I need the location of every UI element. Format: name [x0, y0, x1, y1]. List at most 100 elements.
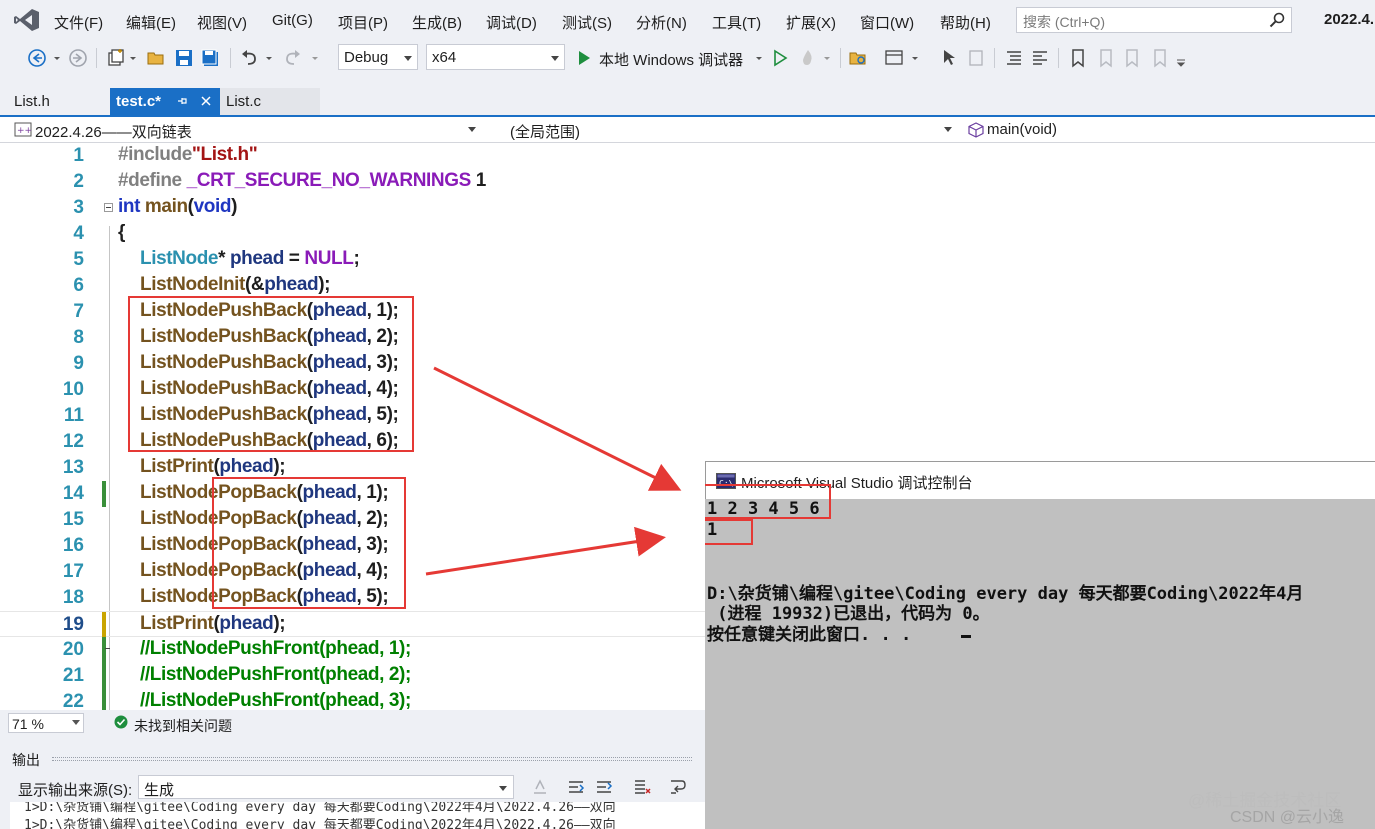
code-text: ListPrint(phead); [140, 613, 286, 634]
start-without-debugging-icon[interactable] [770, 48, 790, 68]
line-number: 4 [73, 223, 84, 244]
output-panel-title: 输出 [12, 752, 40, 768]
new-project-icon[interactable] [106, 48, 126, 68]
open-folder-icon[interactable] [146, 48, 166, 68]
code-line[interactable]: 5 ListNode* phead = NULL; [0, 247, 1375, 273]
menu-file[interactable]: 文件(F) [54, 12, 103, 33]
svg-text:++: ++ [17, 126, 32, 136]
navigation-bar: ++ 2022.4.26——双向链表 (全局范围) main(void) [0, 117, 1375, 143]
save-all-icon[interactable] [200, 48, 220, 68]
tab-list-c[interactable]: List.c [220, 88, 320, 115]
output-line: 1>D:\杂货铺\编程\gitee\Coding every day 每天都要C… [24, 818, 616, 829]
line-number: 15 [62, 509, 84, 530]
line-number: 7 [73, 301, 84, 322]
chevron-down-icon[interactable] [128, 48, 138, 68]
chevron-down-icon[interactable] [1176, 48, 1186, 68]
member-select[interactable]: main(void) [962, 118, 1375, 141]
configuration-select[interactable]: Debug [338, 44, 418, 70]
chevron-down-icon[interactable] [822, 48, 832, 68]
panel-grip[interactable] [52, 757, 692, 761]
bookmark-icon[interactable] [1068, 48, 1088, 68]
issues-status[interactable]: 未找到相关问题 [134, 716, 232, 736]
chevron-down-icon[interactable] [310, 48, 320, 68]
output-text-area[interactable]: 1>D:\杂货铺\编程\gitee\Coding every day 每天都要C… [10, 802, 705, 829]
chevron-down-icon [72, 720, 80, 725]
chevron-down-icon[interactable] [52, 48, 62, 68]
zoom-select[interactable]: 71 % [8, 713, 84, 733]
chevron-down-icon [404, 56, 412, 61]
step-pointer-icon[interactable] [940, 48, 960, 68]
project-select[interactable]: ++ 2022.4.26——双向链表 [10, 118, 482, 141]
output-source-value: 生成 [144, 782, 175, 799]
chevron-down-icon[interactable] [754, 48, 764, 68]
chevron-down-icon[interactable] [264, 48, 274, 68]
previous-bookmark-icon[interactable] [1096, 48, 1116, 68]
start-debugger-button[interactable]: 本地 Windows 调试器 [599, 49, 743, 70]
line-number: 8 [73, 327, 84, 348]
window-title: 2022.4. [1324, 11, 1375, 28]
line-number: 12 [62, 431, 84, 452]
menu-debug[interactable]: 调试(D) [486, 12, 537, 33]
browse-folder-icon[interactable] [848, 48, 868, 68]
previous-message-icon[interactable] [566, 777, 586, 797]
line-number: 5 [73, 249, 84, 270]
next-message-icon[interactable] [594, 777, 614, 797]
menu-test[interactable]: 测试(S) [562, 12, 612, 33]
navigate-forward-icon[interactable] [68, 48, 88, 68]
search-input[interactable]: 搜索 (Ctrl+Q) [1016, 7, 1292, 33]
save-icon[interactable] [174, 48, 194, 68]
undo-icon[interactable] [240, 48, 260, 68]
find-message-icon[interactable] [530, 777, 550, 797]
redo-icon[interactable] [282, 48, 302, 68]
tab-label: List.c [226, 93, 262, 110]
menu-project[interactable]: 项目(P) [338, 12, 388, 33]
chevron-down-icon[interactable] [910, 48, 920, 68]
debug-console-window[interactable]: C:\ Microsoft Visual Studio 调试控制台 1 2 3 … [705, 461, 1375, 829]
navigate-back-icon[interactable] [27, 48, 47, 68]
menu-help[interactable]: 帮助(H) [940, 12, 991, 33]
document-tab-bar: List.h test.c* List.c [0, 88, 1375, 115]
output-source-select[interactable]: 生成 [138, 775, 514, 799]
next-bookmark-icon[interactable] [1122, 48, 1142, 68]
step-into-icon[interactable] [966, 48, 986, 68]
menu-tools[interactable]: 工具(T) [712, 12, 761, 33]
menu-analyze[interactable]: 分析(N) [636, 12, 687, 33]
code-line[interactable]: 4 { [0, 221, 1375, 247]
menu-git[interactable]: Git(G) [272, 12, 313, 29]
hot-reload-icon[interactable] [798, 48, 818, 68]
change-marker [102, 481, 106, 507]
code-text: ListNodeInit(&phead); [140, 274, 331, 295]
scope-select[interactable]: (全局范围) [486, 118, 958, 141]
pin-icon[interactable] [176, 95, 188, 107]
menu-window[interactable]: 窗口(W) [860, 12, 914, 33]
pop-back-highlight-box [212, 477, 406, 609]
code-text: int main(void) [118, 196, 237, 217]
format-selection-icon[interactable] [1004, 48, 1024, 68]
code-line[interactable]: 3 int main(void) [0, 195, 1375, 221]
start-debug-play-icon[interactable] [574, 48, 594, 68]
menu-bar: 文件(F) 编辑(E) 视图(V) Git(G) 项目(P) 生成(B) 调试(… [0, 0, 1375, 40]
chevron-down-icon [499, 786, 507, 791]
visual-studio-logo-icon [14, 9, 39, 31]
word-wrap-icon[interactable] [668, 777, 688, 797]
menu-build[interactable]: 生成(B) [412, 12, 462, 33]
arrow-to-pop-output [425, 526, 666, 576]
line-number: 2 [73, 171, 84, 192]
tab-list-h[interactable]: List.h [8, 88, 108, 115]
menu-view[interactable]: 视图(V) [197, 12, 247, 33]
code-line[interactable]: 1 #include"List.h" [0, 143, 1375, 169]
clear-all-icon[interactable] [632, 777, 652, 797]
collapse-block-icon[interactable] [104, 203, 113, 212]
clear-bookmarks-icon[interactable] [1150, 48, 1170, 68]
tab-test-c[interactable]: test.c* [110, 88, 220, 115]
line-number: 6 [73, 275, 84, 296]
menu-extensions[interactable]: 扩展(X) [786, 12, 836, 33]
toggle-comment-icon[interactable] [1030, 48, 1050, 68]
close-icon[interactable] [200, 95, 212, 107]
platform-select[interactable]: x64 [426, 44, 565, 70]
window-layout-icon[interactable] [884, 48, 904, 68]
code-line[interactable]: 2 #define _CRT_SECURE_NO_WARNINGS 1 [0, 169, 1375, 195]
menu-edit[interactable]: 编辑(E) [126, 12, 176, 33]
visual-studio-window: 文件(F) 编辑(E) 视图(V) Git(G) 项目(P) 生成(B) 调试(… [0, 0, 1375, 829]
c-project-icon: ++ [14, 122, 32, 137]
